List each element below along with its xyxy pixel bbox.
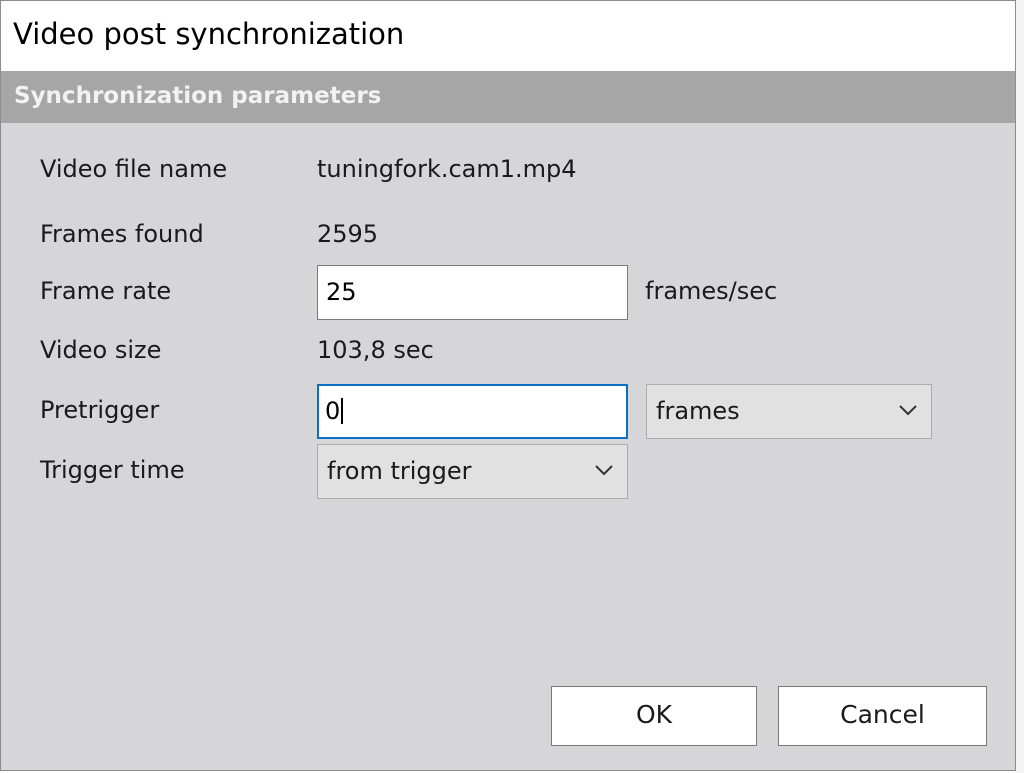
- section-header: Synchronization parameters: [1, 71, 1015, 123]
- pretrigger-input-value: 0: [325, 397, 341, 425]
- trigger-time-label: Trigger time: [40, 456, 185, 484]
- frame-rate-input-value: 25: [326, 278, 357, 306]
- dialog-titlebar: Video post synchronization: [1, 1, 1015, 71]
- frame-rate-input[interactable]: 25: [317, 265, 628, 320]
- text-caret: [341, 398, 344, 424]
- trigger-time-selected: from trigger: [327, 457, 472, 485]
- cancel-button[interactable]: Cancel: [778, 686, 987, 746]
- video-file-name-value: tuningfork.cam1.mp4: [317, 155, 577, 183]
- video-size-label: Video size: [40, 336, 162, 364]
- frame-rate-unit: frames/sec: [645, 277, 778, 305]
- pretrigger-label: Pretrigger: [40, 396, 160, 424]
- ok-button[interactable]: OK: [551, 686, 757, 746]
- pretrigger-unit-select[interactable]: frames: [646, 384, 932, 439]
- chevron-down-icon: [899, 405, 917, 416]
- frame-rate-label: Frame rate: [40, 277, 172, 305]
- video-file-name-label: Video file name: [40, 155, 228, 183]
- pretrigger-unit-selected: frames: [656, 397, 740, 425]
- trigger-time-select[interactable]: from trigger: [317, 444, 628, 499]
- pretrigger-input[interactable]: 0: [317, 384, 628, 439]
- frames-found-value: 2595: [317, 220, 379, 248]
- video-post-sync-dialog: Video post synchronization Synchronizati…: [0, 0, 1016, 771]
- section-title: Synchronization parameters: [14, 83, 382, 109]
- background-window-edge: [1016, 0, 1024, 773]
- frames-found-label: Frames found: [40, 220, 204, 248]
- dialog-title: Video post synchronization: [13, 17, 405, 51]
- video-size-value: 103,8 sec: [317, 336, 434, 364]
- chevron-down-icon: [595, 465, 613, 476]
